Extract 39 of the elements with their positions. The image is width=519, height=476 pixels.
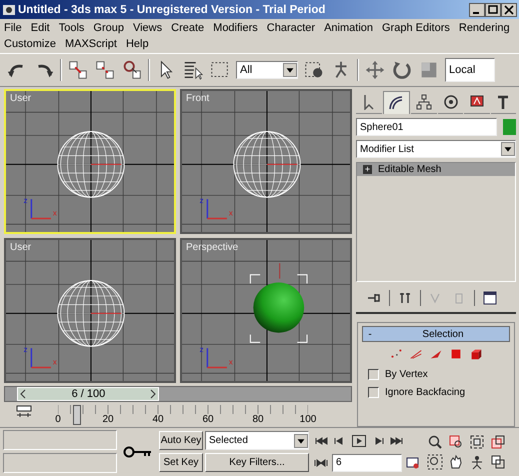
- rollout-header[interactable]: - Selection: [362, 326, 510, 342]
- menu-item[interactable]: Graph Editors: [382, 22, 450, 34]
- viewport-label[interactable]: Front: [186, 93, 210, 104]
- menu-item[interactable]: File: [4, 22, 22, 34]
- checkbox-label: By Vertex: [385, 368, 428, 380]
- time-slider-track[interactable]: 6 / 100: [4, 386, 352, 402]
- menu-item[interactable]: Create: [171, 22, 204, 34]
- tick-label: 60: [202, 414, 214, 425]
- menu-item[interactable]: Views: [132, 22, 162, 34]
- tick-label: 80: [252, 414, 264, 425]
- menu-item[interactable]: Animation: [324, 22, 373, 34]
- tick-label: 0: [55, 414, 61, 425]
- menu-item[interactable]: Customize: [4, 38, 56, 50]
- menu-item[interactable]: Help: [126, 38, 149, 50]
- menu-item[interactable]: MAXScript: [64, 38, 117, 50]
- tick-label: 20: [102, 414, 114, 425]
- menu-item[interactable]: Group: [93, 22, 124, 34]
- reference-coordinate-field[interactable]: Local: [445, 58, 495, 82]
- menu-item[interactable]: Modifiers: [213, 22, 258, 34]
- selection-filter-dropdown[interactable]: All: [236, 61, 298, 79]
- tick-label: 100: [300, 414, 316, 425]
- auto-key-button[interactable]: Auto Key: [159, 431, 203, 450]
- key-mode-dropdown[interactable]: Selected: [205, 431, 309, 450]
- checkbox-label: Ignore Backfacing: [385, 386, 466, 398]
- menu-item[interactable]: Rendering: [458, 22, 510, 34]
- object-name-field[interactable]: Sphere01: [356, 118, 497, 136]
- modifier-list-dropdown[interactable]: Modifier List: [356, 140, 516, 158]
- set-key-button[interactable]: Set Key: [159, 453, 203, 472]
- menu-item[interactable]: Character: [266, 22, 316, 34]
- viewport-label[interactable]: User: [10, 93, 32, 104]
- window-title: Untitled - 3ds max 5 - Unregistered Version - Trial Period: [18, 4, 326, 16]
- time-slider-thumb[interactable]: 6 / 100: [17, 387, 160, 401]
- stack-item[interactable]: + Editable Mesh: [357, 163, 515, 176]
- menu-item[interactable]: Edit: [30, 22, 50, 34]
- tick-label: 40: [152, 414, 164, 425]
- viewport-label[interactable]: User: [10, 242, 32, 253]
- frame-field[interactable]: 6: [332, 454, 402, 472]
- menu-item[interactable]: Tools: [58, 22, 84, 34]
- key-filters-button[interactable]: Key Filters...: [205, 453, 309, 472]
